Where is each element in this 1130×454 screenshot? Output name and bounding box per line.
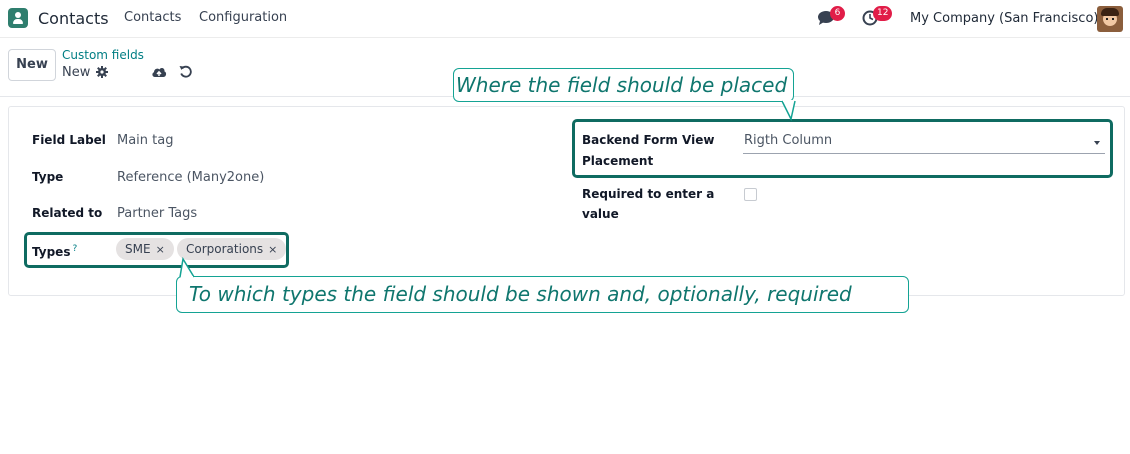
save-cloud-icon[interactable]	[151, 65, 167, 78]
type-value[interactable]: Reference (Many2one)	[117, 168, 264, 188]
new-button[interactable]: New	[8, 49, 56, 81]
activities-badge: 12	[873, 6, 893, 21]
required-checkbox[interactable]	[744, 188, 757, 201]
breadcrumb-custom-fields[interactable]: Custom fields	[62, 48, 144, 62]
company-switcher[interactable]: My Company (San Francisco)	[910, 11, 1098, 26]
type-label: Type	[32, 170, 64, 184]
top-navbar: Contacts Contacts Configuration 6 12 My …	[0, 0, 1130, 38]
annotation-types: To which types the field should be shown…	[176, 276, 909, 313]
user-avatar[interactable]	[1097, 6, 1123, 32]
messages-badge: 6	[830, 6, 845, 21]
field-label-input[interactable]: Main tag	[117, 131, 173, 151]
contacts-app-icon[interactable]	[8, 8, 28, 28]
gear-icon[interactable]	[96, 66, 108, 78]
required-label-line2: value	[582, 207, 619, 221]
field-label-label: Field Label	[32, 133, 106, 147]
placement-highlight	[572, 119, 1113, 178]
record-name: New	[62, 65, 91, 80]
annotation-placement-tail	[781, 100, 796, 122]
annotation-placement: Where the field should be placed	[453, 68, 794, 102]
types-highlight	[24, 232, 289, 268]
annotation-types-tail	[179, 256, 195, 278]
app-name[interactable]: Contacts	[38, 9, 109, 28]
related-to-value[interactable]: Partner Tags	[117, 204, 197, 224]
menu-configuration[interactable]: Configuration	[199, 10, 287, 25]
required-label-line1: Required to enter a	[582, 187, 715, 201]
discard-undo-icon[interactable]	[178, 64, 192, 78]
menu-contacts[interactable]: Contacts	[124, 10, 181, 25]
related-to-label: Related to	[32, 206, 103, 220]
